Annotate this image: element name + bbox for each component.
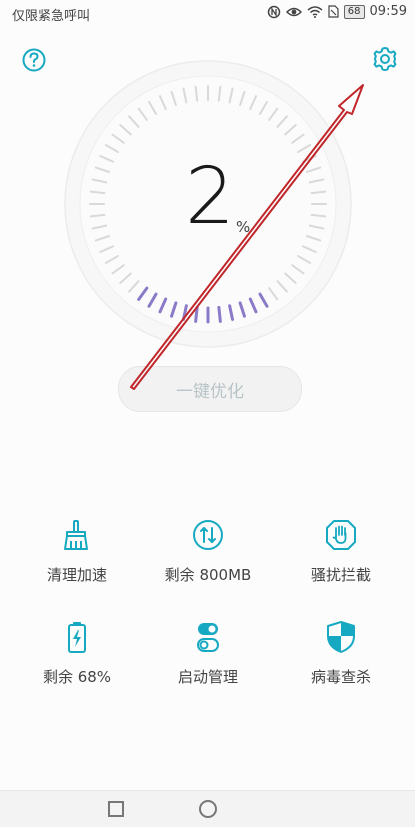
battery-item[interactable]: 剩余 68% <box>17 620 137 687</box>
dial-tick <box>217 305 222 323</box>
optimize-button-label: 一键优化 <box>176 381 244 402</box>
status-icons: 68 09:59 <box>267 4 407 19</box>
startup-manager-item[interactable]: 启动管理 <box>148 620 268 687</box>
eye-icon <box>285 7 302 16</box>
dial-tick <box>194 305 199 323</box>
carrier-text: 仅限紧急呼叫 <box>12 9 91 24</box>
battery-icon <box>68 622 86 653</box>
optimize-button[interactable]: 一键优化 <box>118 366 302 412</box>
recent-apps-button[interactable] <box>108 801 124 817</box>
cleanup-label: 清理加速 <box>46 566 107 584</box>
memory-label: 剩余 800MB <box>164 566 252 584</box>
wifi-icon <box>307 5 323 18</box>
startup-manager-label: 启动管理 <box>177 668 238 686</box>
status-bar: 仅限紧急呼叫 68 09:59 <box>0 0 415 28</box>
nfc-icon <box>267 5 281 18</box>
home-button[interactable] <box>199 800 217 818</box>
clock: 09:59 <box>369 4 407 19</box>
memory-item[interactable]: 剩余 800MB <box>148 518 268 585</box>
cleanup-item[interactable]: 清理加速 <box>17 518 137 585</box>
battery-indicator: 68 <box>343 4 365 19</box>
battery-label: 剩余 68% <box>42 668 112 686</box>
hand-shield-icon <box>326 520 356 550</box>
broom-icon <box>64 520 88 550</box>
gear-icon[interactable] <box>370 44 400 74</box>
virus-scan-label: 病毒查杀 <box>310 668 371 686</box>
help-icon[interactable] <box>19 45 49 75</box>
system-navbar <box>0 790 415 827</box>
toggle-icon <box>197 623 219 652</box>
score-unit: % <box>236 218 251 236</box>
no-sim-icon <box>328 5 339 18</box>
virus-scan-item[interactable]: 病毒查杀 <box>281 620 401 687</box>
memory-arrows-icon <box>193 520 223 550</box>
harassment-block-label: 骚扰拦截 <box>310 566 371 584</box>
shield-icon <box>327 621 355 653</box>
harassment-block-item[interactable]: 骚扰拦截 <box>281 518 401 585</box>
